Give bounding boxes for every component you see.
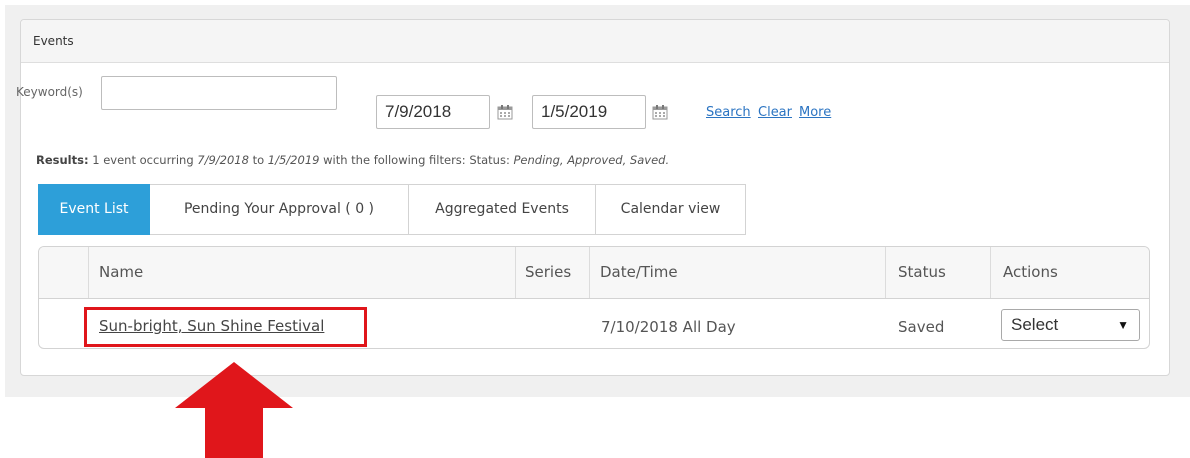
column-divider bbox=[885, 247, 886, 298]
column-divider bbox=[88, 247, 89, 298]
column-header-name[interactable]: Name bbox=[99, 247, 143, 298]
results-to-date: 1/5/2019 bbox=[267, 153, 320, 167]
results-text: 1 event occurring bbox=[88, 153, 198, 167]
panel-title: Events bbox=[21, 20, 1169, 63]
tab-aggregated-events[interactable]: Aggregated Events bbox=[409, 184, 596, 235]
tab-pending-approval[interactable]: Pending Your Approval ( 0 ) bbox=[150, 184, 409, 235]
event-status: Saved bbox=[898, 318, 945, 336]
column-header-actions: Actions bbox=[1003, 263, 1058, 281]
dropdown-arrow-icon: ▼ bbox=[1117, 318, 1129, 332]
column-header-series[interactable]: Series bbox=[525, 247, 571, 298]
view-tabs: Event List Pending Your Approval ( 0 ) A… bbox=[38, 184, 746, 235]
results-summary: Results: 1 event occurring 7/9/2018 to 1… bbox=[36, 153, 669, 167]
column-header-datetime[interactable]: Date/Time bbox=[600, 247, 678, 298]
search-link[interactable]: Search bbox=[706, 105, 751, 120]
clear-link[interactable]: Clear bbox=[758, 105, 792, 120]
end-date-input[interactable]: 1/5/2019 bbox=[532, 95, 646, 129]
column-header-status[interactable]: Status bbox=[898, 247, 946, 298]
keyword-input[interactable] bbox=[101, 76, 337, 110]
actions-select-value: Select bbox=[1011, 315, 1059, 334]
results-text: with the following filters: Status: bbox=[319, 153, 514, 167]
more-link[interactable]: More bbox=[799, 105, 831, 120]
column-divider bbox=[589, 247, 590, 298]
highlight-box bbox=[84, 307, 367, 347]
actions-select[interactable]: Select ▼ bbox=[1001, 309, 1140, 341]
table-header: Name Series Date/Time Status Actions bbox=[39, 247, 1149, 299]
results-label: Results: bbox=[36, 153, 89, 167]
results-from-date: 7/9/2018 bbox=[197, 153, 249, 167]
results-text: to bbox=[248, 153, 268, 167]
tab-calendar-view[interactable]: Calendar view bbox=[596, 184, 746, 235]
calendar-icon[interactable] bbox=[652, 104, 668, 120]
tab-event-list[interactable]: Event List bbox=[38, 184, 150, 235]
event-datetime: 7/10/2018 All Day bbox=[601, 318, 736, 336]
up-arrow-annotation bbox=[175, 362, 293, 458]
keyword-label: Keyword(s) bbox=[16, 85, 83, 99]
column-divider bbox=[515, 247, 516, 298]
start-date-input[interactable]: 7/9/2018 bbox=[376, 95, 490, 129]
column-divider bbox=[990, 247, 991, 298]
calendar-icon[interactable] bbox=[497, 104, 513, 120]
results-statuses: Pending, Approved, Saved. bbox=[513, 153, 670, 167]
